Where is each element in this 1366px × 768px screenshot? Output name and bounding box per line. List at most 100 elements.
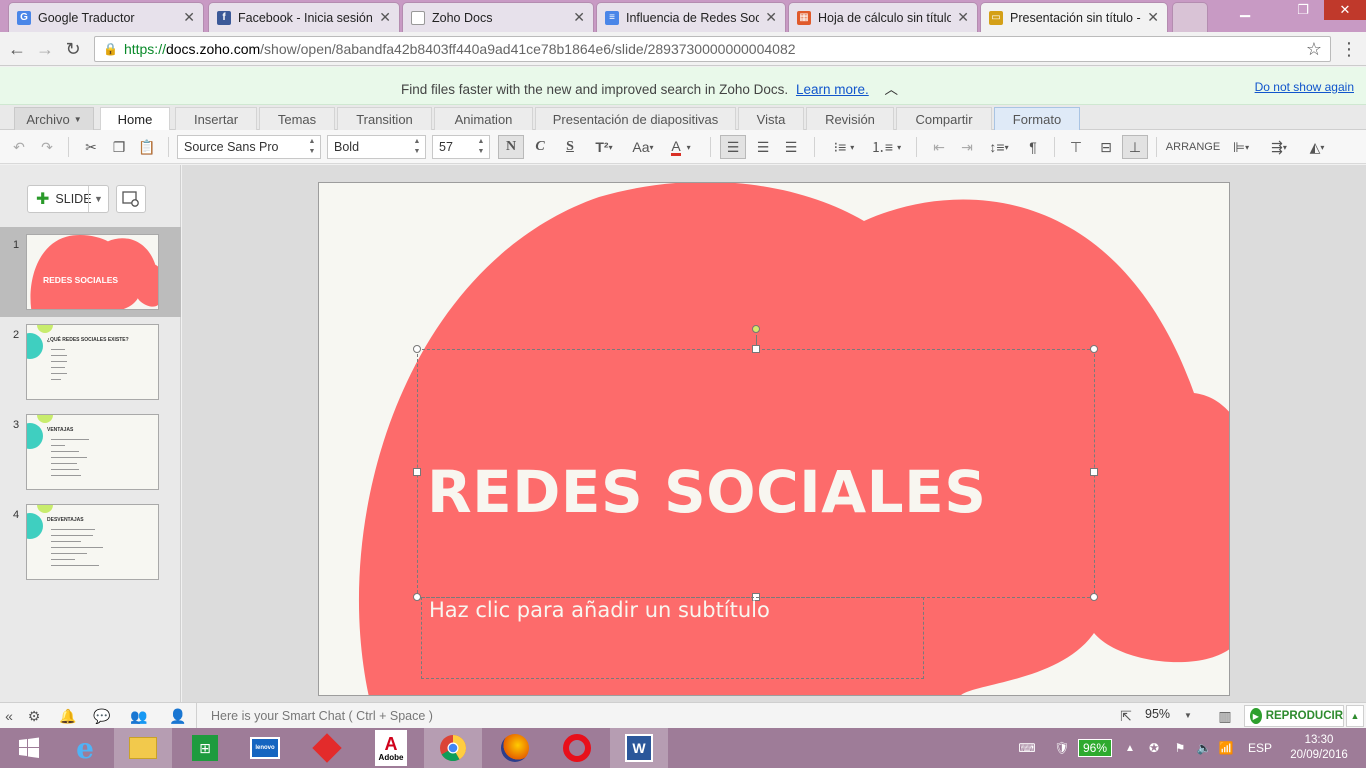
volume-icon[interactable]: 🔈 xyxy=(1194,728,1214,768)
wifi-signal-icon[interactable]: 📶 xyxy=(1216,728,1236,768)
browser-tab-google-traductor[interactable]: G Google Traductor ✕ xyxy=(8,2,204,32)
close-tab-icon[interactable]: ✕ xyxy=(573,9,585,26)
align-middle-icon[interactable]: ⊟ xyxy=(1094,135,1118,159)
resize-handle[interactable] xyxy=(413,345,421,353)
red-cube-app-icon[interactable] xyxy=(298,728,356,768)
distribute-icon[interactable]: ⇶ ▾ xyxy=(1264,135,1294,159)
close-tab-icon[interactable]: ✕ xyxy=(765,9,777,26)
back-arrow-icon[interactable]: ← xyxy=(6,38,28,60)
underline-button[interactable]: S xyxy=(560,135,580,159)
paragraph-direction-icon[interactable]: ¶ xyxy=(1022,135,1044,159)
new-tab-button[interactable] xyxy=(1172,2,1208,32)
cut-icon[interactable]: ✂ xyxy=(80,135,102,159)
internet-explorer-icon[interactable]: e xyxy=(56,728,114,768)
resize-handle[interactable] xyxy=(1090,345,1098,353)
decrease-indent-icon[interactable]: ⇤ xyxy=(928,135,950,159)
arrange-button[interactable]: ARRANGE xyxy=(1164,135,1222,159)
play-slideshow-button[interactable]: ▶ REPRODUCIR xyxy=(1244,705,1344,727)
do-not-show-again-link[interactable]: Do not show again xyxy=(1255,80,1354,94)
tab-formato[interactable]: Formato xyxy=(994,107,1080,130)
slide-sorter-icon[interactable]: ▥ xyxy=(1214,706,1236,726)
line-spacing-icon[interactable]: ↕≡ ▾ xyxy=(984,135,1014,159)
copy-icon[interactable]: ❐ xyxy=(108,135,130,159)
play-options-icon[interactable]: ▲ xyxy=(1346,705,1364,727)
tab-compartir[interactable]: Compartir xyxy=(896,107,992,130)
menu-dots-icon[interactable]: ⋮ xyxy=(1338,38,1360,60)
close-window-icon[interactable]: ✕ xyxy=(1324,0,1366,20)
restore-icon[interactable]: ❐ xyxy=(1288,0,1318,20)
show-hidden-icons-chevron[interactable]: ▲ xyxy=(1122,728,1138,768)
superscript-button[interactable]: T² ▾ xyxy=(590,135,618,159)
action-center-flag-icon[interactable]: ⚑ xyxy=(1170,728,1190,768)
reload-icon[interactable]: ↻ xyxy=(62,38,84,60)
tab-revision[interactable]: Revisión xyxy=(806,107,894,130)
chevron-down-icon[interactable]: ▼ xyxy=(88,186,108,212)
contacts-icon[interactable]: 👥 xyxy=(128,706,150,726)
browser-tab-influencia[interactable]: ≡ Influencia de Redes Socia ✕ xyxy=(596,2,786,32)
add-slide-button[interactable]: ✚ SLIDE ▼ xyxy=(27,185,109,213)
keyboard-icon[interactable]: ⌨ xyxy=(1012,728,1042,768)
browser-tab-zoho-docs[interactable]: Zoho Docs ✕ xyxy=(402,2,594,32)
slide-thumbnail-1[interactable]: 1 REDES SOCIALES xyxy=(0,227,181,317)
settings-gear-icon[interactable]: ⚙ xyxy=(24,706,44,726)
align-top-icon[interactable]: ⊤ xyxy=(1064,135,1088,159)
resize-handle[interactable] xyxy=(413,468,421,476)
tab-vista[interactable]: Vista xyxy=(738,107,804,130)
resize-handle[interactable] xyxy=(1090,468,1098,476)
zoom-select[interactable]: 95% ▼ xyxy=(1145,707,1192,721)
antivirus-icon[interactable]: ✪ xyxy=(1144,728,1164,768)
redo-icon[interactable]: ↷ xyxy=(38,135,56,159)
lenovo-icon[interactable]: lenovo xyxy=(236,728,294,768)
slide-thumbnail-2[interactable]: 2 ¿QUÉ REDES SOCIALES EXISTE? xyxy=(0,317,181,407)
learn-more-link[interactable]: Learn more. xyxy=(796,82,869,97)
user-icon[interactable]: 👤 xyxy=(168,706,188,726)
flip-icon[interactable]: ◭ ▾ xyxy=(1302,135,1332,159)
input-language[interactable]: ESP xyxy=(1246,728,1274,768)
tab-animation[interactable]: Animation xyxy=(434,107,533,130)
close-tab-icon[interactable]: ✕ xyxy=(183,9,195,26)
subtitle-placeholder[interactable]: Haz clic para añadir un subtítulo xyxy=(429,598,770,622)
battery-indicator[interactable]: 96% xyxy=(1073,728,1117,768)
current-slide[interactable]: REDES SOCIALES Haz clic para añadir un s… xyxy=(318,182,1230,696)
close-tab-icon[interactable]: ✕ xyxy=(957,9,969,26)
font-family-select[interactable]: Source Sans Pro ▲ ▼ xyxy=(177,135,321,159)
bullet-list-icon[interactable]: ⁝≡ ▾ xyxy=(826,135,862,159)
italic-button[interactable]: C xyxy=(530,135,550,159)
word-icon[interactable]: W xyxy=(610,728,668,768)
font-weight-select[interactable]: Bold ▲ ▼ xyxy=(327,135,426,159)
collapse-panel-icon[interactable]: « xyxy=(2,706,16,726)
numbered-list-icon[interactable]: ⒈≡ ▾ xyxy=(868,135,904,159)
slide-thumbnail-3[interactable]: 3 VENTAJAS xyxy=(0,407,181,497)
chrome-icon[interactable] xyxy=(424,728,482,768)
align-right-icon[interactable]: ☰ xyxy=(780,135,802,159)
font-color-button[interactable]: A ▾ xyxy=(664,135,698,159)
align-objects-icon[interactable]: ⊫ ▾ xyxy=(1226,135,1256,159)
notifications-bell-icon[interactable]: 🔔 xyxy=(58,706,78,726)
bookmark-star-icon[interactable]: ☆ xyxy=(1306,39,1322,60)
tab-presentacion[interactable]: Presentación de diapositivas xyxy=(535,107,736,130)
forward-arrow-icon[interactable]: → xyxy=(34,38,56,60)
system-clock[interactable]: 13:30 20/09/2016 xyxy=(1284,733,1354,763)
align-center-icon[interactable]: ☰ xyxy=(752,135,774,159)
resize-handle[interactable] xyxy=(413,593,421,601)
slide-thumbnail-4[interactable]: 4 DESVENTAJAS xyxy=(0,497,181,587)
security-shield-icon[interactable]: 🛡 xyxy=(1052,728,1072,768)
browser-tab-hoja-calculo[interactable]: ▦ Hoja de cálculo sin título ✕ xyxy=(788,2,978,32)
bold-button[interactable]: N xyxy=(498,135,524,159)
smart-chat-input[interactable]: Here is your Smart Chat ( Ctrl + Space ) xyxy=(196,703,1108,729)
collapse-caret-icon[interactable]: ︿ xyxy=(885,82,899,97)
rotate-handle[interactable] xyxy=(752,325,760,333)
tab-transition[interactable]: Transition xyxy=(337,107,432,130)
opera-icon[interactable] xyxy=(548,728,606,768)
tab-insertar[interactable]: Insertar xyxy=(175,107,257,130)
align-left-icon[interactable]: ☰ xyxy=(720,135,746,159)
url-input[interactable]: 🔒 https://docs.zoho.com/show/open/8aband… xyxy=(94,36,1331,62)
undo-icon[interactable]: ↶ xyxy=(10,135,28,159)
increase-indent-icon[interactable]: ⇥ xyxy=(956,135,978,159)
chat-bubble-icon[interactable]: 💬 xyxy=(92,706,112,726)
adobe-reader-icon[interactable]: A Adobe xyxy=(362,728,420,768)
close-tab-icon[interactable]: ✕ xyxy=(379,9,391,26)
tab-temas[interactable]: Temas xyxy=(259,107,335,130)
font-size-select[interactable]: 57 ▲ ▼ xyxy=(432,135,490,159)
align-bottom-icon[interactable]: ⊥ xyxy=(1122,135,1148,159)
